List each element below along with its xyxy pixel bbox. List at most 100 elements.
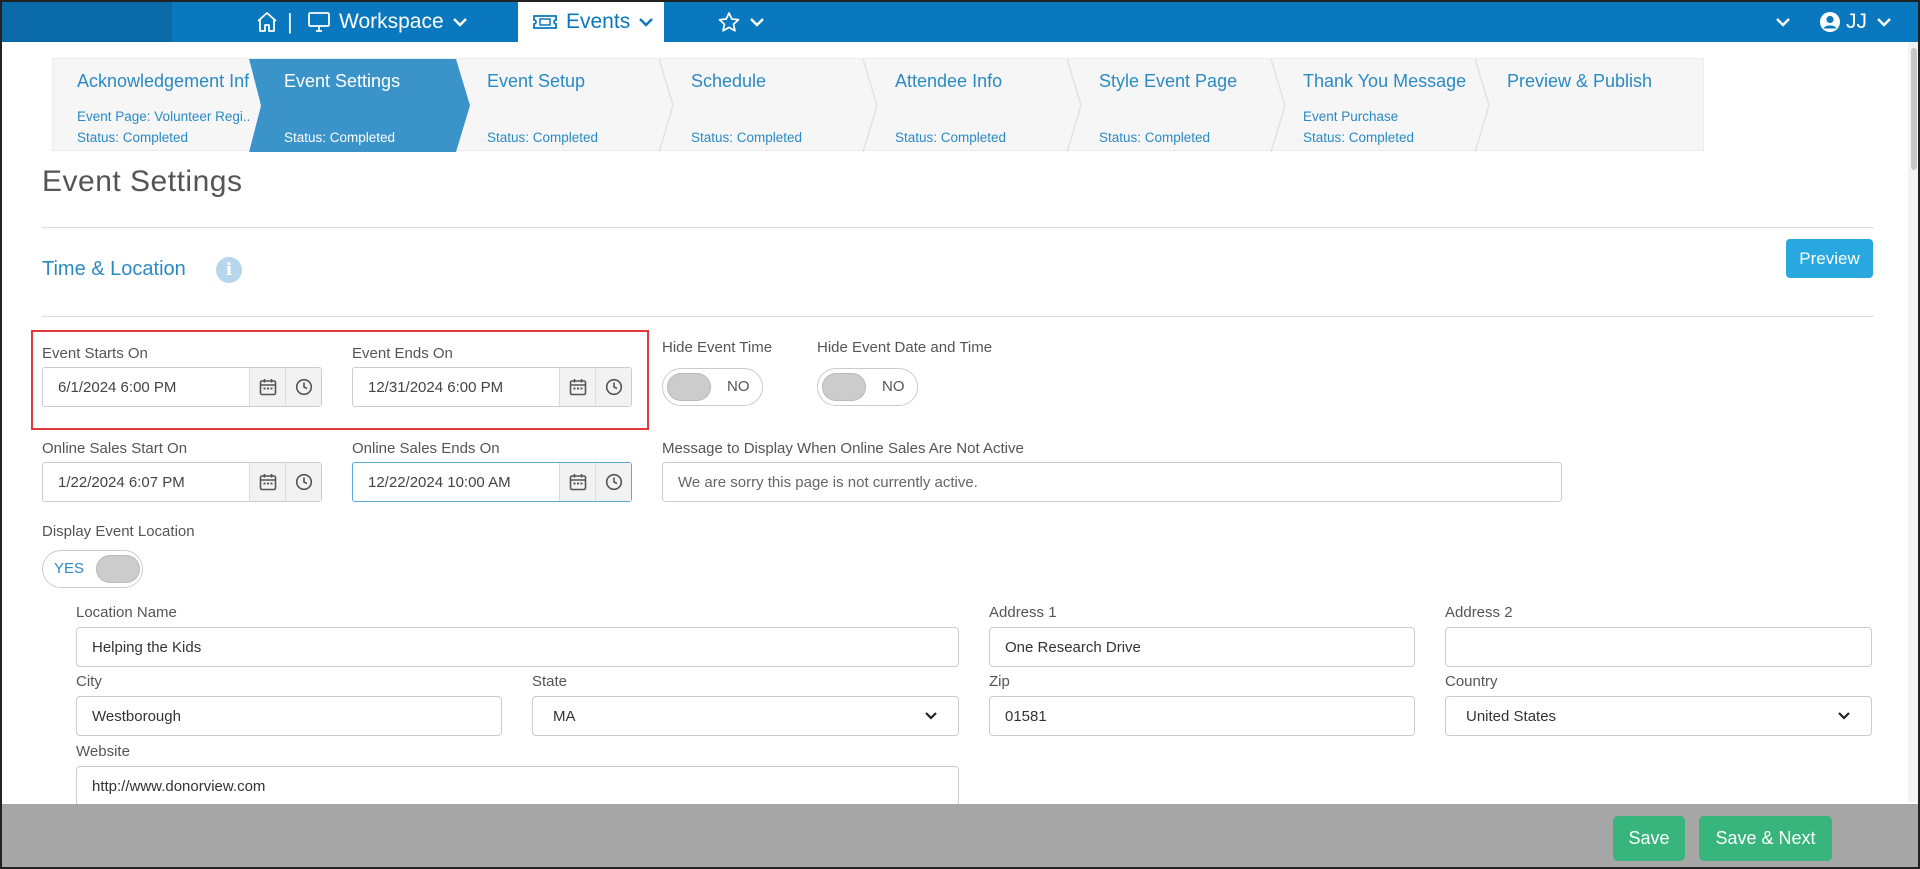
step-title: Style Event Page: [1099, 71, 1238, 91]
toggle-knob: [96, 555, 140, 583]
website-input[interactable]: http://www.donorview.com: [76, 766, 959, 806]
step-preview-publish[interactable]: Preview & Publish: [1483, 59, 1703, 152]
country-label: Country: [1445, 673, 1498, 690]
state-select[interactable]: MA: [532, 696, 959, 736]
location-name-input[interactable]: Helping the Kids: [76, 627, 959, 667]
inactive-message-input[interactable]: We are sorry this page is not currently …: [662, 462, 1562, 502]
step-title: Schedule: [691, 71, 767, 91]
step-event-setup[interactable]: Event Setup Status: Completed: [463, 59, 666, 152]
page-title: Event Settings: [42, 165, 243, 198]
step-schedule[interactable]: Schedule Status: Completed: [667, 59, 870, 152]
chevron-down-icon: [749, 16, 765, 28]
app-window: | Workspace Events JJ Acknowledgement In…: [0, 0, 1920, 869]
toggle-knob: [822, 373, 866, 401]
sales-end-value[interactable]: 12/22/2024 10:00 AM: [353, 474, 559, 491]
home-icon[interactable]: [255, 11, 279, 33]
workspace-label: Workspace: [339, 10, 444, 33]
chevron-down-icon: [1837, 708, 1851, 725]
user-avatar-icon: [1819, 11, 1841, 33]
sales-end-field[interactable]: 12/22/2024 10:00 AM: [352, 462, 632, 502]
divider: [42, 227, 1874, 228]
state-value: MA: [553, 707, 576, 725]
nav-left-strip: [2, 2, 172, 42]
step-thank-you-message[interactable]: Thank You Message Event Purchase Status:…: [1279, 59, 1482, 152]
event-starts-label: Event Starts On: [42, 345, 148, 362]
address2-label: Address 2: [1445, 604, 1513, 621]
monitor-icon: [307, 11, 331, 33]
event-starts-field[interactable]: 6/1/2024 6:00 PM: [42, 367, 322, 407]
city-label: City: [76, 673, 102, 690]
events-label: Events: [566, 10, 631, 33]
address2-input[interactable]: [1445, 627, 1872, 667]
step-event-settings[interactable]: Event Settings Status: Completed: [260, 59, 456, 152]
step-status: Status: Completed: [284, 130, 396, 145]
address1-label: Address 1: [989, 604, 1057, 621]
vertical-scrollbar[interactable]: [1908, 42, 1918, 802]
zip-input[interactable]: 01581: [989, 696, 1415, 736]
chevron-down-icon: [1876, 16, 1892, 28]
save-and-next-button[interactable]: Save & Next: [1699, 816, 1832, 861]
calendar-icon[interactable]: [249, 368, 285, 406]
location-name-label: Location Name: [76, 604, 177, 621]
step-status: Status: Completed: [487, 130, 599, 145]
step-status: Status: Completed: [1099, 130, 1211, 145]
step-style-event-page[interactable]: Style Event Page Status: Completed: [1075, 59, 1278, 152]
clock-icon[interactable]: [595, 463, 631, 501]
event-ends-field[interactable]: 12/31/2024 6:00 PM: [352, 367, 632, 407]
step-status: Status: Completed: [1303, 130, 1415, 145]
favorites-menu[interactable]: [717, 2, 765, 42]
sales-start-field[interactable]: 1/22/2024 6:07 PM: [42, 462, 322, 502]
events-menu[interactable]: Events: [518, 2, 664, 42]
top-navigation-bar: | Workspace Events JJ: [2, 2, 1918, 42]
step-status: Status: Completed: [77, 130, 189, 145]
step-attendee-info[interactable]: Attendee Info Status: Completed: [871, 59, 1074, 152]
address1-input[interactable]: One Research Drive: [989, 627, 1415, 667]
chevron-down-icon: [1775, 16, 1791, 28]
active-step-left-notch: [249, 59, 269, 152]
display-location-toggle[interactable]: YES: [42, 550, 143, 588]
star-icon: [717, 11, 741, 33]
website-label: Website: [76, 743, 130, 760]
step-title: Preview & Publish: [1507, 71, 1653, 91]
clock-icon[interactable]: [595, 368, 631, 406]
sales-start-value[interactable]: 1/22/2024 6:07 PM: [43, 474, 249, 491]
clock-icon[interactable]: [285, 368, 321, 406]
user-menu[interactable]: JJ: [1819, 2, 1892, 42]
scrollbar-thumb[interactable]: [1911, 48, 1917, 170]
inactive-message-label: Message to Display When Online Sales Are…: [662, 440, 1024, 457]
event-ends-label: Event Ends On: [352, 345, 453, 362]
home-nav[interactable]: |: [255, 2, 293, 42]
clock-icon[interactable]: [285, 463, 321, 501]
notifications-dropdown[interactable]: [1775, 2, 1791, 42]
workspace-menu[interactable]: Workspace: [307, 2, 468, 42]
calendar-icon[interactable]: [249, 463, 285, 501]
country-value: United States: [1466, 707, 1557, 725]
calendar-icon[interactable]: [559, 368, 595, 406]
hide-event-datetime-toggle[interactable]: NO: [817, 368, 918, 406]
toggle-state: YES: [54, 560, 85, 577]
divider: [42, 316, 1874, 317]
event-ends-value[interactable]: 12/31/2024 6:00 PM: [353, 379, 559, 396]
chevron-down-icon: [638, 16, 654, 28]
event-starts-value[interactable]: 6/1/2024 6:00 PM: [43, 379, 249, 396]
user-initials: JJ: [1846, 10, 1867, 33]
sales-end-label: Online Sales Ends On: [352, 440, 500, 457]
save-button[interactable]: Save: [1613, 816, 1685, 861]
state-label: State: [532, 673, 568, 690]
country-select[interactable]: United States: [1445, 696, 1872, 736]
city-input[interactable]: Westborough: [76, 696, 502, 736]
calendar-icon[interactable]: [559, 463, 595, 501]
hide-event-time-toggle[interactable]: NO: [662, 368, 763, 406]
step-title: Event Settings: [284, 71, 401, 91]
step-subtitle: Event Page: Volunteer Regi...: [77, 109, 255, 124]
step-title: Thank You Message: [1303, 71, 1467, 91]
toggle-state: NO: [882, 378, 905, 395]
toggle-state: NO: [727, 378, 750, 395]
step-title: Acknowledgement Info: [77, 71, 260, 91]
preview-button[interactable]: Preview: [1786, 239, 1873, 278]
wizard-steps: Acknowledgement Info Event Page: Volunte…: [52, 58, 1704, 152]
info-icon[interactable]: i: [216, 257, 242, 283]
display-location-label: Display Event Location: [42, 523, 195, 540]
step-acknowledgement-info[interactable]: Acknowledgement Info Event Page: Volunte…: [53, 59, 260, 152]
toggle-knob: [667, 373, 711, 401]
